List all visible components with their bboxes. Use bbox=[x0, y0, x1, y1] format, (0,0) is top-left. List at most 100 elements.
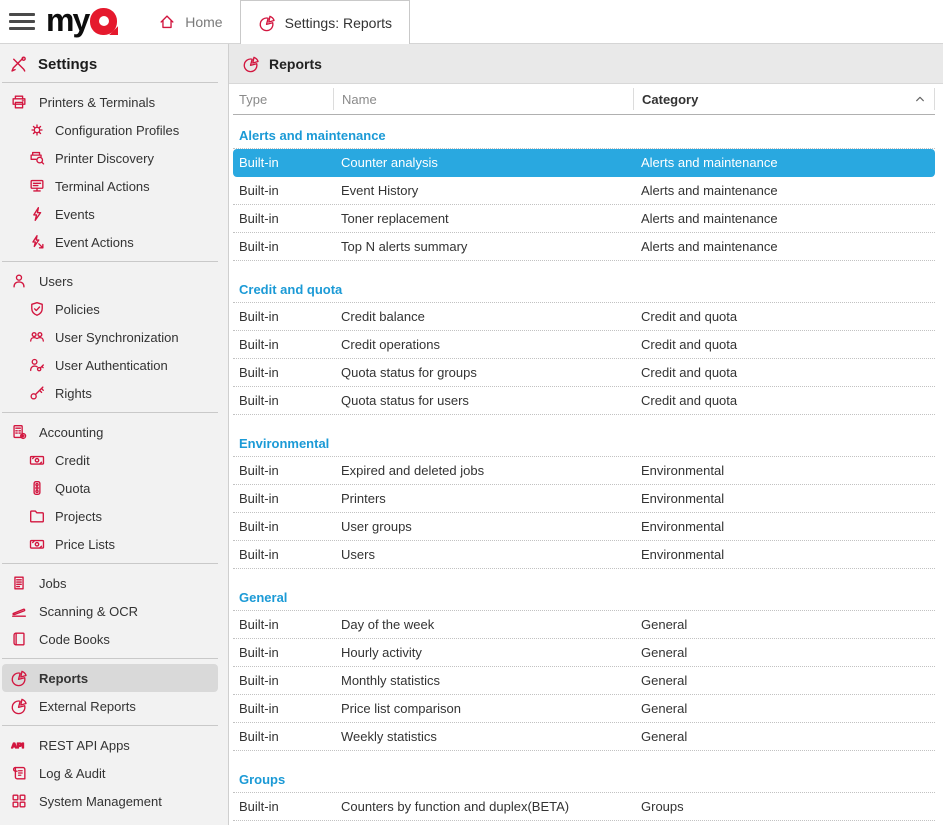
report-row-quota-status-for-groups[interactable]: Built-in Quota status for groups Credit … bbox=[233, 359, 935, 387]
sidebar-item-scanning-ocr[interactable]: Scanning & OCR bbox=[2, 597, 218, 625]
sidebar-item-label: REST API Apps bbox=[39, 738, 130, 753]
sidebar-item-events[interactable]: Events bbox=[2, 200, 218, 228]
sidebar-item-configuration-profiles[interactable]: Configuration Profiles bbox=[2, 116, 218, 144]
report-row-weekly-statistics[interactable]: Built-in Weekly statistics General bbox=[233, 723, 935, 751]
sidebar-item-external-reports[interactable]: External Reports bbox=[2, 692, 218, 720]
tab-home[interactable]: Home bbox=[141, 0, 239, 43]
sidebar-item-projects[interactable]: Projects bbox=[2, 502, 218, 530]
sidebar-item-price-lists[interactable]: Price Lists bbox=[2, 530, 218, 558]
settings-sidebar: Settings Printers & Terminals Configurat… bbox=[0, 44, 229, 825]
sidebar-item-policies[interactable]: Policies bbox=[2, 295, 218, 323]
sidebar-item-label: Credit bbox=[55, 453, 90, 468]
sidebar-item-credit[interactable]: Credit bbox=[2, 446, 218, 474]
report-type-cell: Built-in bbox=[233, 799, 333, 814]
report-row-credit-balance[interactable]: Built-in Credit balance Credit and quota bbox=[233, 303, 935, 331]
report-type-cell: Built-in bbox=[233, 491, 333, 506]
tab-settings-reports[interactable]: Settings: Reports bbox=[240, 0, 410, 44]
category-group-label: General bbox=[239, 590, 287, 605]
sidebar-item-terminal-actions[interactable]: Terminal Actions bbox=[2, 172, 218, 200]
report-category-cell: General bbox=[633, 673, 935, 688]
sidebar-item-label: Jobs bbox=[39, 576, 66, 591]
report-row-counters-by-function-and-duplex-beta[interactable]: Built-in Counters by function and duplex… bbox=[233, 793, 935, 821]
folder-icon bbox=[28, 507, 46, 525]
report-category-cell: Alerts and maintenance bbox=[633, 239, 935, 254]
sidebar-group: Accounting Credit Quota Projects Price L… bbox=[2, 412, 218, 563]
report-row-users[interactable]: Built-in Users Environmental bbox=[233, 541, 935, 569]
report-type-cell: Built-in bbox=[233, 337, 333, 352]
report-row-top-n-alerts-summary[interactable]: Built-in Top N alerts summary Alerts and… bbox=[233, 233, 935, 261]
sidebar-item-label: Policies bbox=[55, 302, 100, 317]
report-name-cell: Day of the week bbox=[333, 617, 633, 632]
category-group-label: Environmental bbox=[239, 436, 329, 451]
reports-table: Type Name Category Alerts and maintenanc… bbox=[233, 84, 935, 825]
category-group-header-credit-and-quota: Credit and quota bbox=[233, 277, 935, 303]
report-name-cell: Credit balance bbox=[333, 309, 633, 324]
report-type-cell: Built-in bbox=[233, 547, 333, 562]
traffic-light-icon bbox=[28, 479, 46, 497]
report-row-counter-analysis[interactable]: Built-in Counter analysis Alerts and mai… bbox=[233, 149, 935, 177]
column-header-name[interactable]: Name bbox=[333, 88, 633, 110]
report-row-event-history[interactable]: Built-in Event History Alerts and mainte… bbox=[233, 177, 935, 205]
sidebar-item-users[interactable]: Users bbox=[2, 267, 218, 295]
sidebar-item-label: Event Actions bbox=[55, 235, 134, 250]
report-row-price-list-comparison[interactable]: Built-in Price list comparison General bbox=[233, 695, 935, 723]
sidebar-item-system-management[interactable]: System Management bbox=[2, 787, 218, 815]
grid-icon bbox=[10, 792, 28, 810]
report-category-cell: General bbox=[633, 729, 935, 744]
user-sync-icon bbox=[28, 328, 46, 346]
report-row-quota-status-for-users[interactable]: Built-in Quota status for users Credit a… bbox=[233, 387, 935, 415]
gear-icon bbox=[28, 121, 46, 139]
sidebar-item-user-authentication[interactable]: User Authentication bbox=[2, 351, 218, 379]
report-row-hourly-activity[interactable]: Built-in Hourly activity General bbox=[233, 639, 935, 667]
sidebar-item-printer-discovery[interactable]: Printer Discovery bbox=[2, 144, 218, 172]
report-row-printers[interactable]: Built-in Printers Environmental bbox=[233, 485, 935, 513]
report-row-credit-operations[interactable]: Built-in Credit operations Credit and qu… bbox=[233, 331, 935, 359]
report-type-cell: Built-in bbox=[233, 309, 333, 324]
sidebar-item-rest-api-apps[interactable]: REST API Apps bbox=[2, 731, 218, 759]
report-name-cell: Toner replacement bbox=[333, 211, 633, 226]
report-row-user-groups[interactable]: Built-in User groups Environmental bbox=[233, 513, 935, 541]
report-name-cell: Credit operations bbox=[333, 337, 633, 352]
sidebar-item-jobs[interactable]: Jobs bbox=[2, 569, 218, 597]
document-icon bbox=[10, 574, 28, 592]
report-name-cell: Printers bbox=[333, 491, 633, 506]
sidebar-item-label: Reports bbox=[39, 671, 88, 686]
report-category-cell: Credit and quota bbox=[633, 309, 935, 324]
column-header-category[interactable]: Category bbox=[633, 88, 935, 110]
settings-title-label: Settings bbox=[38, 56, 97, 73]
report-category-cell: Environmental bbox=[633, 519, 935, 534]
report-type-cell: Built-in bbox=[233, 155, 333, 170]
table-header: Type Name Category bbox=[233, 84, 935, 115]
sidebar-item-printers-terminals[interactable]: Printers & Terminals bbox=[2, 88, 218, 116]
sidebar-item-label: Users bbox=[39, 274, 73, 289]
report-row-monthly-statistics[interactable]: Built-in Monthly statistics General bbox=[233, 667, 935, 695]
sidebar-item-rights[interactable]: Rights bbox=[2, 379, 218, 407]
pie-chart-icon bbox=[242, 55, 260, 73]
myq-logo[interactable]: my bbox=[46, 0, 117, 43]
sidebar-group: REST API Apps Log & Audit System Managem… bbox=[2, 725, 218, 820]
sidebar-item-code-books[interactable]: Code Books bbox=[2, 625, 218, 653]
report-type-cell: Built-in bbox=[233, 463, 333, 478]
category-group-label: Groups bbox=[239, 772, 285, 787]
report-category-cell: Groups bbox=[633, 799, 935, 814]
logo-text: my bbox=[46, 4, 88, 36]
report-row-day-of-the-week[interactable]: Built-in Day of the week General bbox=[233, 611, 935, 639]
report-row-expired-and-deleted-jobs[interactable]: Built-in Expired and deleted jobs Enviro… bbox=[233, 457, 935, 485]
sidebar-item-event-actions[interactable]: Event Actions bbox=[2, 228, 218, 256]
report-row-toner-replacement[interactable]: Built-in Toner replacement Alerts and ma… bbox=[233, 205, 935, 233]
pie-chart-icon bbox=[10, 669, 28, 687]
sidebar-item-log-audit[interactable]: Log & Audit bbox=[2, 759, 218, 787]
sidebar-item-label: Projects bbox=[55, 509, 102, 524]
report-name-cell: Top N alerts summary bbox=[333, 239, 633, 254]
menu-icon[interactable] bbox=[9, 13, 35, 30]
tab-label: Home bbox=[185, 14, 222, 30]
sidebar-item-accounting[interactable]: Accounting bbox=[2, 418, 218, 446]
category-group-label: Alerts and maintenance bbox=[239, 128, 386, 143]
column-header-type[interactable]: Type bbox=[233, 88, 333, 110]
sidebar-item-reports[interactable]: Reports bbox=[2, 664, 218, 692]
report-type-cell: Built-in bbox=[233, 183, 333, 198]
sidebar-item-user-synchronization[interactable]: User Synchronization bbox=[2, 323, 218, 351]
bolt-arrow-icon bbox=[28, 233, 46, 251]
table-body: Alerts and maintenance Built-in Counter … bbox=[233, 123, 935, 821]
sidebar-item-quota[interactable]: Quota bbox=[2, 474, 218, 502]
